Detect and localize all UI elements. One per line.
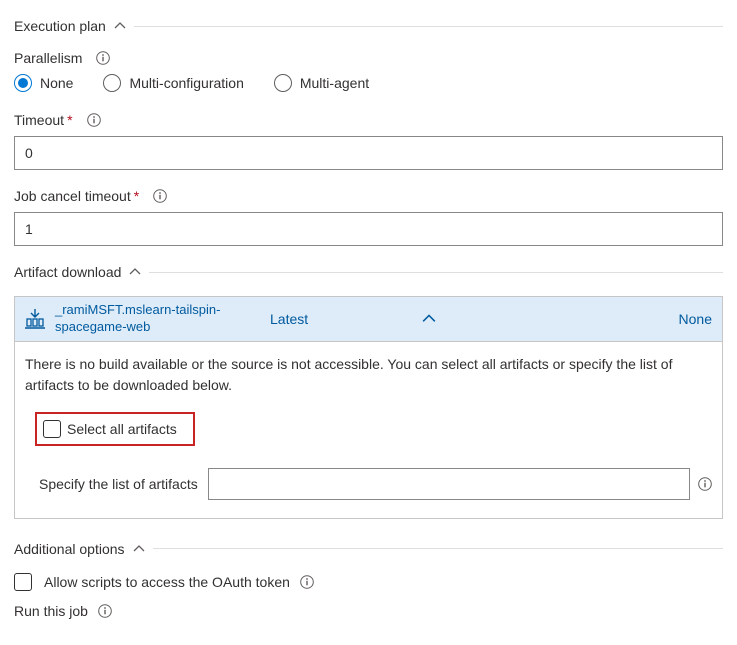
info-icon[interactable] <box>698 477 712 491</box>
allow-oauth-label: Allow scripts to access the OAuth token <box>44 574 290 590</box>
artifact-header: _ramiMSFT.mslearn-tailspin-spacegame-web… <box>15 297 722 342</box>
parallelism-label: Parallelism <box>14 50 82 66</box>
run-this-job-row: Run this job <box>14 603 723 619</box>
info-icon[interactable] <box>300 575 314 589</box>
artifact-message: There is no build available or the sourc… <box>25 354 712 396</box>
chevron-up-icon[interactable] <box>422 312 436 326</box>
job-cancel-timeout-label: Job cancel timeout <box>14 188 131 204</box>
run-this-job-label: Run this job <box>14 603 88 619</box>
job-cancel-timeout-label-row: Job cancel timeout * <box>14 188 723 204</box>
timeout-label-row: Timeout * <box>14 112 723 128</box>
parallelism-label-row: Parallelism <box>14 50 723 66</box>
radio-multi-configuration[interactable]: Multi-configuration <box>103 74 243 92</box>
chevron-up-icon <box>114 20 126 32</box>
job-cancel-timeout-input[interactable] <box>14 212 723 246</box>
radio-label: Multi-agent <box>300 75 369 91</box>
artifact-panel: _ramiMSFT.mslearn-tailspin-spacegame-web… <box>14 296 723 519</box>
required-indicator: * <box>134 188 139 204</box>
section-header-execution-plan[interactable]: Execution plan <box>14 18 723 34</box>
required-indicator: * <box>67 112 72 128</box>
select-all-artifacts-highlight: Select all artifacts <box>35 412 195 446</box>
specify-artifacts-row: Specify the list of artifacts <box>39 468 712 500</box>
section-title: Execution plan <box>14 18 106 34</box>
timeout-input[interactable] <box>14 136 723 170</box>
build-artifact-icon <box>25 308 45 330</box>
oauth-row: Allow scripts to access the OAuth token <box>14 573 723 591</box>
artifact-body: There is no build available or the sourc… <box>15 342 722 518</box>
allow-oauth-checkbox[interactable] <box>14 573 32 591</box>
timeout-label: Timeout <box>14 112 64 128</box>
specify-artifacts-label: Specify the list of artifacts <box>39 476 198 492</box>
divider <box>134 26 723 27</box>
section-title: Additional options <box>14 541 125 557</box>
parallelism-radio-group: None Multi-configuration Multi-agent <box>14 74 723 92</box>
info-icon[interactable] <box>96 51 110 65</box>
radio-icon <box>274 74 292 92</box>
radio-icon <box>103 74 121 92</box>
divider <box>153 548 723 549</box>
artifact-selection-link[interactable]: None <box>679 311 712 327</box>
info-icon[interactable] <box>98 604 112 618</box>
divider <box>149 272 723 273</box>
select-all-artifacts-label: Select all artifacts <box>67 421 177 437</box>
section-header-artifact-download[interactable]: Artifact download <box>14 264 723 280</box>
radio-multi-agent[interactable]: Multi-agent <box>274 74 369 92</box>
section-title: Artifact download <box>14 264 121 280</box>
chevron-up-icon <box>133 543 145 555</box>
radio-label: Multi-configuration <box>129 75 243 91</box>
radio-label: None <box>40 75 73 91</box>
info-icon[interactable] <box>87 113 101 127</box>
radio-none[interactable]: None <box>14 74 73 92</box>
select-all-artifacts-checkbox[interactable] <box>43 420 61 438</box>
radio-icon <box>14 74 32 92</box>
specify-artifacts-input[interactable] <box>208 468 690 500</box>
section-header-additional-options[interactable]: Additional options <box>14 541 723 557</box>
artifact-name-link[interactable]: _ramiMSFT.mslearn-tailspin-spacegame-web <box>55 302 250 336</box>
chevron-up-icon <box>129 266 141 278</box>
info-icon[interactable] <box>153 189 167 203</box>
artifact-version-link[interactable]: Latest <box>270 311 308 327</box>
